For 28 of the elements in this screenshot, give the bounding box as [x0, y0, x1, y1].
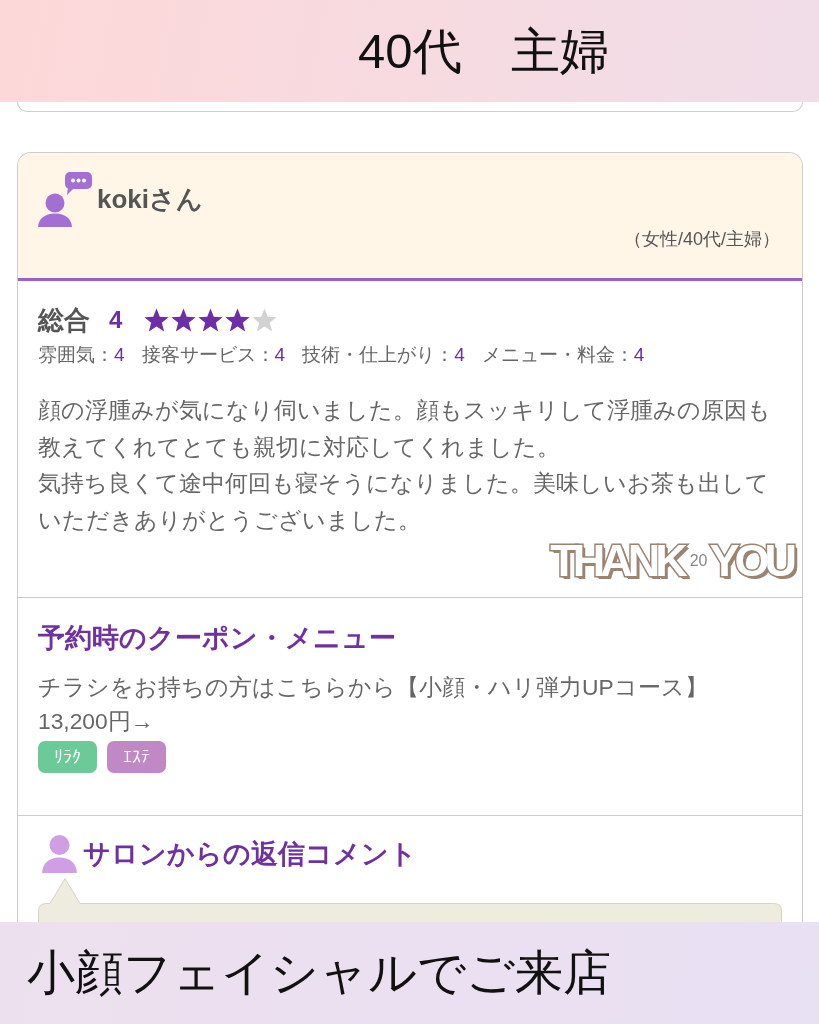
banner-title: 40代 主婦: [358, 22, 609, 80]
sub-rating: 雰囲気：4: [38, 343, 125, 367]
coupon-name: チラシをお持ちの方はこちらから【小顔・ハリ弾力UPコース】: [38, 673, 708, 702]
sticker-text: THANK: [550, 540, 688, 582]
star-icon: [197, 306, 225, 334]
star-icon: [224, 306, 252, 334]
coupon-heading: 予約時のクーポン・メニュー: [38, 622, 396, 654]
reviewer-profile: （女性/40代/主婦）: [623, 228, 780, 251]
person-icon: [42, 835, 77, 873]
overall-score: 4: [109, 306, 123, 334]
star-icon: [170, 306, 198, 334]
sub-rating: メニュー・料金：4: [481, 343, 645, 367]
user-chat-icon: [38, 172, 92, 227]
review-text: 気持ち良くて途中何回も寝そうになりました。美味しいお茶も出していただきありがとうございました。: [38, 469, 770, 535]
review-text: 顔の浮腫みが気になり伺いました。顔もスッキリして浮腫みの原因も教えてくれてとても親切に対応してくれました。: [38, 396, 772, 462]
coupon-price: 13,200円→: [38, 707, 154, 736]
category-tag: ｴｽﾃ: [107, 741, 166, 773]
overall-label: 総合: [38, 303, 90, 337]
sub-rating: 接客サービス：4: [141, 343, 286, 367]
star-icon: [143, 306, 171, 334]
reply-heading: サロンからの返信コメント: [83, 838, 417, 870]
review-date: 20: [689, 552, 708, 570]
star-icon: [251, 306, 279, 334]
banner-caption: 小顔フェイシャルでご来店: [27, 945, 611, 1002]
sub-rating: 技術・仕上がり：4: [302, 343, 465, 367]
sticker-text: YOU: [709, 540, 797, 582]
category-tag: ﾘﾗｸ: [38, 741, 97, 773]
reviewer-name: kokiさん: [97, 183, 204, 216]
